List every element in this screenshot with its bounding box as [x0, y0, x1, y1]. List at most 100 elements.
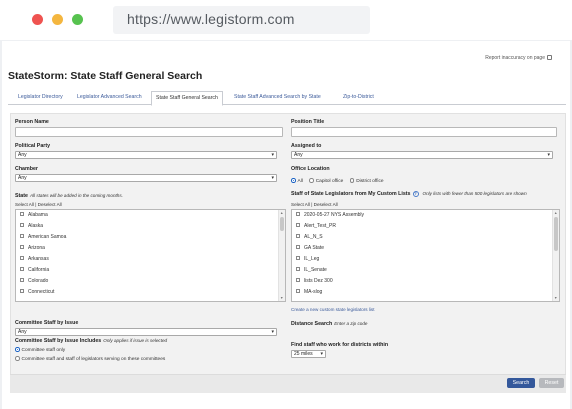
custom-lists-label: Staff of State Legislators from My Custo… — [291, 191, 527, 197]
scroll-up-icon[interactable]: ▲ — [554, 211, 557, 215]
checkbox-icon — [296, 278, 300, 282]
checkbox-icon — [20, 234, 24, 238]
custom-list-item[interactable]: MA-slog — [296, 289, 322, 296]
state-select-all-link[interactable]: Select All — [15, 202, 34, 207]
custom-lists-select-links: Select All | Deselect All — [291, 202, 338, 207]
committee-includes-option-staff-and-legislators[interactable]: Committee staff and staff of legislators… — [15, 356, 165, 362]
page-content: Report inaccuracy on page StateStorm: St… — [2, 41, 570, 409]
state-label: State All states will be added in the com… — [15, 193, 123, 199]
radio-icon — [15, 356, 20, 361]
state-listbox[interactable]: Alabama Alaska American Samoa Arizona Ar… — [15, 209, 286, 302]
tab-state-staff-general-search[interactable]: State Staff General Search — [151, 91, 223, 106]
help-icon[interactable]: ? — [412, 191, 419, 197]
office-location-option-capitol[interactable]: Capitol office — [309, 178, 343, 184]
address-bar-url: https://www.legistorm.com — [127, 11, 295, 27]
distance-miles-select[interactable]: 25 miles ▾ — [291, 350, 326, 358]
custom-lists-scrollbar[interactable]: ▲ ▼ — [552, 210, 559, 301]
state-select-links: Select All | Deselect All — [15, 202, 62, 207]
chevron-down-icon: ▾ — [271, 152, 274, 158]
report-icon — [547, 55, 552, 61]
chevron-down-icon: ▾ — [271, 175, 274, 181]
checkbox-icon — [296, 245, 300, 249]
chamber-select[interactable]: Any ▾ — [15, 174, 277, 182]
committee-includes-option-staff-only[interactable]: Committee staff only — [15, 347, 65, 353]
chamber-label: Chamber — [15, 166, 38, 172]
checkbox-icon — [20, 212, 24, 216]
political-party-select[interactable]: Any ▾ — [15, 151, 277, 159]
tab-bar: Legislator Directory Legislator Advanced… — [8, 91, 566, 106]
assigned-to-select[interactable]: Any ▾ — [291, 151, 553, 159]
custom-list-item[interactable]: 2020-05-27 NYS Assembly — [296, 212, 364, 219]
chamber-value: Any — [18, 175, 27, 181]
office-location-option-all[interactable]: All — [291, 178, 303, 184]
state-list-item[interactable]: American Samoa — [20, 234, 66, 241]
browser-bar: https://www.legistorm.com — [0, 0, 572, 40]
checkbox-icon — [296, 212, 300, 216]
radio-icon — [309, 178, 314, 183]
chevron-down-icon: ▾ — [271, 329, 274, 335]
custom-list-item[interactable]: AL_N_S — [296, 234, 323, 241]
political-party-value: Any — [18, 152, 27, 158]
distance-search-note: Enter a zip code — [334, 321, 368, 326]
chevron-down-icon: ▾ — [320, 351, 323, 357]
position-title-input[interactable] — [291, 127, 557, 137]
checkbox-icon — [20, 256, 24, 260]
minimize-window-dot[interactable] — [52, 14, 63, 25]
scroll-thumb[interactable] — [280, 217, 284, 231]
custom-lists-select-all-link[interactable]: Select All — [291, 202, 310, 207]
committee-issue-value: Any — [18, 329, 27, 335]
custom-list-item[interactable]: GA State — [296, 245, 324, 252]
checkbox-icon — [296, 256, 300, 260]
close-window-dot[interactable] — [32, 14, 43, 25]
custom-list-item[interactable]: lists Dez 300 — [296, 278, 333, 285]
tab-legislator-advanced-search[interactable]: Legislator Advanced Search — [73, 91, 146, 105]
tab-zip-to-district[interactable]: Zip-to-District — [339, 91, 378, 105]
checkbox-icon — [296, 289, 300, 293]
tab-legislator-directory[interactable]: Legislator Directory — [14, 91, 67, 105]
search-button[interactable]: Search — [507, 378, 535, 388]
state-list-item[interactable]: Alabama — [20, 212, 48, 219]
state-list-item[interactable]: Connecticut — [20, 289, 54, 296]
custom-lists-listbox[interactable]: 2020-05-27 NYS Assembly Alert_Test_PR AL… — [291, 209, 560, 302]
scroll-down-icon[interactable]: ▼ — [280, 296, 283, 300]
committee-issue-label: Committee Staff by Issue — [15, 320, 79, 326]
custom-list-item[interactable]: IL_Leg — [296, 256, 319, 263]
tab-state-staff-advanced-search-by-state[interactable]: State Staff Advanced Search by State — [230, 91, 325, 105]
state-list-scrollbar[interactable]: ▲ ▼ — [278, 210, 285, 301]
distance-search-label: Distance Search Enter a zip code — [291, 321, 368, 327]
chevron-down-icon: ▾ — [547, 152, 550, 158]
address-bar[interactable]: https://www.legistorm.com — [113, 6, 370, 34]
state-list-item[interactable]: Arkansas — [20, 256, 49, 263]
custom-list-item[interactable]: Alert_Test_PR — [296, 223, 336, 230]
maximize-window-dot[interactable] — [72, 14, 83, 25]
custom-list-item[interactable]: IL_Senate — [296, 267, 327, 274]
custom-lists-note: Only lists with fewer than 500 legislato… — [422, 191, 527, 196]
office-location-options: All Capitol office District office — [291, 178, 389, 184]
scroll-down-icon[interactable]: ▼ — [554, 296, 557, 300]
state-list-item[interactable]: Alaska — [20, 223, 43, 230]
checkbox-icon — [20, 223, 24, 227]
position-title-label: Position Title — [291, 119, 325, 125]
form-actions-bar — [10, 374, 566, 393]
state-deselect-all-link[interactable]: Deselect All — [38, 202, 62, 207]
checkbox-icon — [20, 267, 24, 271]
state-list-item[interactable]: Colorado — [20, 278, 48, 285]
state-list-item[interactable]: California — [20, 267, 49, 274]
checkbox-icon — [296, 223, 300, 227]
reset-button[interactable]: Reset — [539, 378, 564, 388]
state-note: All states will be added in the coming m… — [29, 193, 123, 198]
state-list-item[interactable]: Arizona — [20, 245, 45, 252]
custom-lists-deselect-all-link[interactable]: Deselect All — [314, 202, 338, 207]
find-staff-label: Find staff who work for districts within — [291, 342, 389, 348]
office-location-option-district[interactable]: District office — [349, 178, 384, 184]
political-party-label: Political Party — [15, 143, 51, 149]
committee-issue-select[interactable]: Any ▾ — [15, 328, 277, 336]
scroll-up-icon[interactable]: ▲ — [280, 211, 283, 215]
checkbox-icon — [20, 289, 24, 293]
office-location-label: Office Location — [291, 166, 330, 172]
create-custom-list-link[interactable]: Create a new custom state legislators li… — [291, 307, 375, 312]
person-name-input[interactable] — [15, 127, 283, 137]
assigned-to-value: Any — [294, 152, 303, 158]
report-inaccuracy-link[interactable]: Report inaccuracy on page — [485, 55, 552, 61]
scroll-thumb[interactable] — [554, 217, 558, 251]
